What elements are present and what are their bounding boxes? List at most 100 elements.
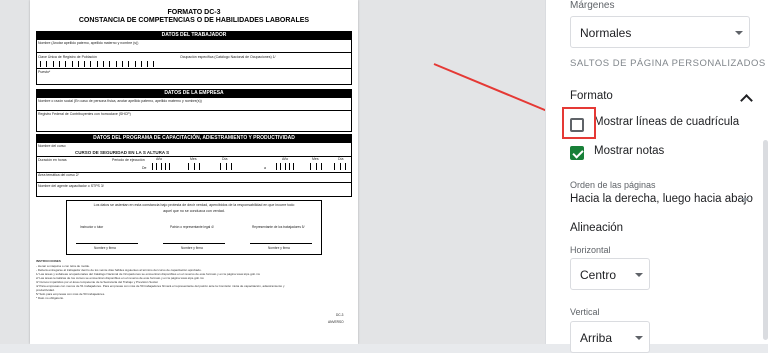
signature-name-label: Nombre y firma [268,246,290,250]
month-label: Mes [190,157,197,161]
form-tick [188,163,189,170]
form-tick [280,163,282,170]
alignment-heading: Alineación [570,222,624,234]
form-tick [276,163,277,170]
horizontal-label: Horizontal [570,245,611,255]
field-occupation-label: Ocupación específica (Catálogo Nacional … [180,55,276,59]
form-tick [339,163,341,170]
instruction-line: * Dato no obligatorio. [36,296,65,300]
year-label-2: Año [282,157,289,161]
form-tick [52,61,54,67]
day-label: Día [222,157,228,161]
margins-label: Márgenes [570,0,615,11]
chevron-down-icon [735,31,743,35]
margins-dropdown[interactable]: Normales [570,16,750,48]
vertical-label: Vertical [570,307,600,317]
custom-page-breaks-link[interactable]: SALTOS DE PÁGINA PERSONALIZADOS [570,58,766,69]
form-tick [46,61,48,67]
form-tick [153,61,155,67]
field-rfc-label: Registro Federal de Contribuyentes con h… [38,112,131,116]
form-tick [288,163,290,170]
form-tick [128,61,130,67]
chevron-down-icon [635,336,643,340]
signature-workers-label: Representante de los trabajadores 5/ [252,225,305,229]
gridlines-label: Mostrar líneas de cuadrícula [594,116,740,128]
notes-checkbox[interactable] [570,146,584,160]
field-curp-label: Clave Única de Registro de Población [38,55,97,59]
form-tick [199,163,200,170]
signature-line [76,243,138,244]
chevron-up-icon[interactable] [740,94,753,107]
form-tick [315,163,317,170]
checkmark-icon [572,147,584,159]
declaration-line-1: Los datos se asientan en esta constancia… [93,203,295,207]
form-tick [90,61,92,67]
field-duration-label: Duración en horas [38,158,67,162]
form-tick [103,61,104,67]
form-tick [160,163,162,170]
signature-line [163,243,225,244]
print-settings-sidebar: Márgenes Normales SALTOS DE PÁGINA PERSO… [545,0,768,353]
form-subtitle: CONSTANCIA DE COMPETENCIAS O DE HABILIDA… [78,17,310,24]
vertical-dropdown[interactable]: Arriba [570,321,650,353]
form-tick [220,163,221,170]
field-from-label: De [142,166,147,170]
form-tick [310,163,311,170]
day-label-2: Día [338,157,344,161]
field-puesto-label: Puesto* [38,70,51,74]
form-tick [65,61,67,67]
format-heading: Formato [570,90,613,102]
footer-side: ANVERSO [328,320,344,324]
form-tick [84,61,86,67]
form-tick [71,61,73,67]
chevron-down-icon [741,198,749,202]
form-tick [140,61,142,67]
section-worker-header: DATOS DEL TRABAJADOR [36,31,352,39]
form-tick [345,163,346,170]
print-preview-area: FORMATO DC-3 CONSTANCIA DE COMPETENCIAS … [0,0,545,344]
signature-instructor-label: Instructor o tutor [80,225,104,229]
divider [36,182,352,183]
field-course-label: Nombre del curso [38,144,66,148]
form-tick [225,163,227,170]
signature-name-label: Nombre y firma [94,246,116,250]
form-tick [121,61,123,67]
field-area-label: Área temática del curso 2/ [38,173,79,177]
form-tick [96,61,98,67]
form-tick [231,163,232,170]
form-tick [169,163,171,170]
form-tick [284,163,286,170]
vertical-value: Arriba [580,331,613,345]
signature-line [250,243,312,244]
form-tick [147,61,149,67]
field-company-label: Nombre o razón social (En caso de person… [38,99,202,103]
field-to-label: a [264,166,266,170]
chevron-down-icon [635,273,643,277]
form-tick [152,163,153,170]
horizontal-dropdown[interactable]: Centro [570,258,650,290]
form-tick [193,163,195,170]
margins-value: Normales [580,26,632,40]
form-tick [321,163,322,170]
form-tick [115,61,117,67]
form-tick [293,163,295,170]
sidebar-scrollbar[interactable] [763,140,768,340]
notes-label: Mostrar notas [594,145,665,157]
declaration-line-2: aquel que no se conduzca con verdad. [163,209,225,213]
form-tick [58,61,60,67]
divider [36,110,352,111]
form-tick [77,61,79,67]
section-program-header: DATOS DEL PROGRAMA DE CAPACITACIÓN, ADIE… [36,134,352,142]
field-name-label: Nombre (Anotar apellido paterno, apellid… [38,41,139,45]
form-tick [156,163,158,170]
form-tick [164,163,166,170]
page-order-label: Orden de las páginas [570,180,656,190]
form-tick [334,163,335,170]
section-company-header: DATOS DE LA EMPRESA [36,89,352,97]
course-value: CURSO DE SEGURIDAD EN LA S ALTURA S [75,150,170,155]
highlight-box [562,107,596,139]
preview-page: FORMATO DC-3 CONSTANCIA DE COMPETENCIAS … [30,0,358,344]
instruction-line: 4/ Para empresas con menos de 51 trabaja… [36,284,285,288]
divider [36,52,352,53]
page-order-select[interactable]: Hacia la derecha, luego hacia abajo [570,193,753,205]
